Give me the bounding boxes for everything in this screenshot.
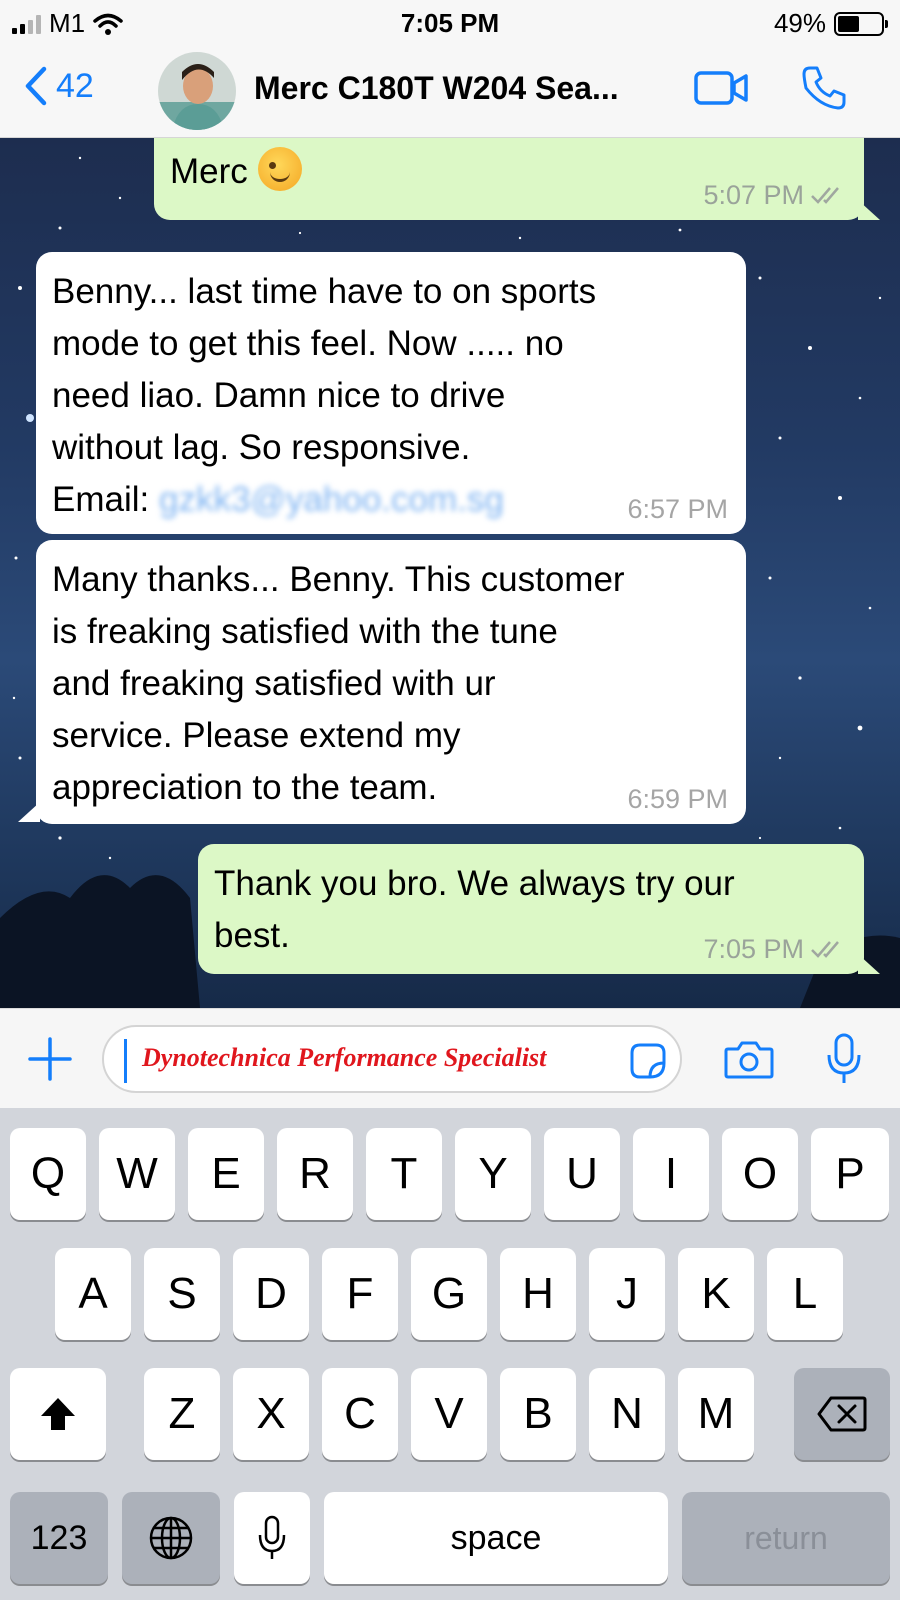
camera-icon[interactable] [724, 1039, 774, 1079]
text-caret [124, 1039, 127, 1083]
status-bar: M1 7:05 PM 49% [0, 0, 900, 44]
key-d[interactable]: D [233, 1248, 309, 1340]
sticker-icon[interactable] [628, 1041, 668, 1081]
key-a[interactable]: A [55, 1248, 131, 1340]
timestamp: 7:05 PM [703, 934, 804, 964]
key-x[interactable]: X [233, 1368, 309, 1460]
unread-count: 42 [56, 66, 94, 105]
globe-key[interactable] [122, 1492, 220, 1584]
microphone-icon[interactable] [826, 1033, 862, 1085]
message-time: 5:07 PM [703, 180, 846, 210]
message-outgoing[interactable]: Merc 5:07 PM [154, 138, 864, 220]
message-line: Many thanks... Benny. This customer [52, 560, 625, 599]
battery-icon [834, 11, 888, 36]
double-check-icon [811, 187, 839, 204]
avatar[interactable] [158, 52, 236, 130]
key-k[interactable]: K [678, 1248, 754, 1340]
key-f[interactable]: F [322, 1248, 398, 1340]
double-check-icon [811, 941, 839, 958]
message-time: 7:05 PM [703, 934, 846, 964]
shift-arrow-icon [41, 1398, 75, 1430]
key-h[interactable]: H [500, 1248, 576, 1340]
clock: 7:05 PM [400, 8, 500, 38]
message-line: need liao. Damn nice to drive [52, 376, 506, 415]
message-line: Benny... last time have to on sports [52, 272, 597, 311]
globe-icon [149, 1516, 193, 1560]
microphone-icon [258, 1515, 286, 1559]
avatar-photo [158, 52, 236, 130]
key-m[interactable]: M [678, 1368, 754, 1460]
key-n[interactable]: N [589, 1368, 665, 1460]
return-key[interactable]: return [682, 1492, 890, 1584]
shift-key[interactable] [10, 1368, 106, 1460]
phone-call-icon[interactable] [800, 64, 848, 112]
key-i[interactable]: I [633, 1128, 709, 1220]
video-call-icon[interactable] [694, 70, 750, 106]
message-time: 6:57 PM [627, 494, 728, 524]
backspace-key[interactable] [794, 1368, 890, 1460]
battery-percent: 49% [773, 8, 826, 38]
message-incoming[interactable]: Many thanks... Benny. This customer is f… [36, 540, 746, 824]
message-line: without lag. So responsive. [52, 428, 471, 467]
plus-icon[interactable] [28, 1037, 72, 1081]
key-z[interactable]: Z [144, 1368, 220, 1460]
key-q[interactable]: Q [10, 1128, 86, 1220]
key-l[interactable]: L [767, 1248, 843, 1340]
key-j[interactable]: J [589, 1248, 665, 1340]
key-s[interactable]: S [144, 1248, 220, 1340]
timestamp: 5:07 PM [703, 180, 804, 210]
dictation-key[interactable] [234, 1492, 310, 1584]
input-text: Dynotechnica Performance Specialist [142, 1043, 547, 1072]
message-input-bar: Dynotechnica Performance Specialist [0, 1008, 900, 1108]
key-e[interactable]: E [188, 1128, 264, 1220]
key-r[interactable]: R [277, 1128, 353, 1220]
battery-area: 49% [773, 8, 888, 39]
key-g[interactable]: G [411, 1248, 487, 1340]
message-line: mode to get this feel. Now ..... no [52, 324, 564, 363]
message-time: 6:59 PM [627, 784, 728, 814]
on-screen-keyboard: Q W E R T Y U I O P A S D F G H J K L Z … [0, 1108, 900, 1600]
message-line: and freaking satisfied with ur [52, 664, 496, 703]
email-label: Email: [52, 480, 150, 519]
chat-messages[interactable]: Merc 5:07 PM Benny... last time have to … [0, 138, 900, 1008]
message-line: is freaking satisfied with the tune [52, 612, 558, 651]
key-w[interactable]: W [99, 1128, 175, 1220]
message-outgoing[interactable]: Thank you bro. We always try our best. 7… [198, 844, 864, 974]
backspace-icon [817, 1396, 867, 1432]
key-v[interactable]: V [411, 1368, 487, 1460]
message-incoming[interactable]: Benny... last time have to on sports mod… [36, 252, 746, 534]
chevron-left-icon [25, 66, 47, 106]
key-c[interactable]: C [322, 1368, 398, 1460]
back-button[interactable]: 42 [24, 66, 94, 106]
key-p[interactable]: P [811, 1128, 889, 1220]
key-o[interactable]: O [722, 1128, 798, 1220]
key-u[interactable]: U [544, 1128, 620, 1220]
chat-title[interactable]: Merc C180T W204 Sea... [254, 70, 619, 107]
chat-header: 42 Merc C180T W204 Sea... [0, 44, 900, 138]
key-y[interactable]: Y [455, 1128, 531, 1220]
message-text: Merc [170, 152, 248, 191]
numbers-key[interactable]: 123 [10, 1492, 108, 1584]
key-b[interactable]: B [500, 1368, 576, 1460]
space-key[interactable]: space [324, 1492, 668, 1584]
key-t[interactable]: T [366, 1128, 442, 1220]
message-line: Thank you bro. We always try our [214, 864, 735, 903]
email-redacted[interactable]: gzkk3@yahoo.com.sg [159, 480, 504, 519]
wink-emoji-icon [257, 147, 302, 191]
message-line: service. Please extend my [52, 716, 461, 755]
message-input[interactable]: Dynotechnica Performance Specialist [102, 1025, 682, 1093]
